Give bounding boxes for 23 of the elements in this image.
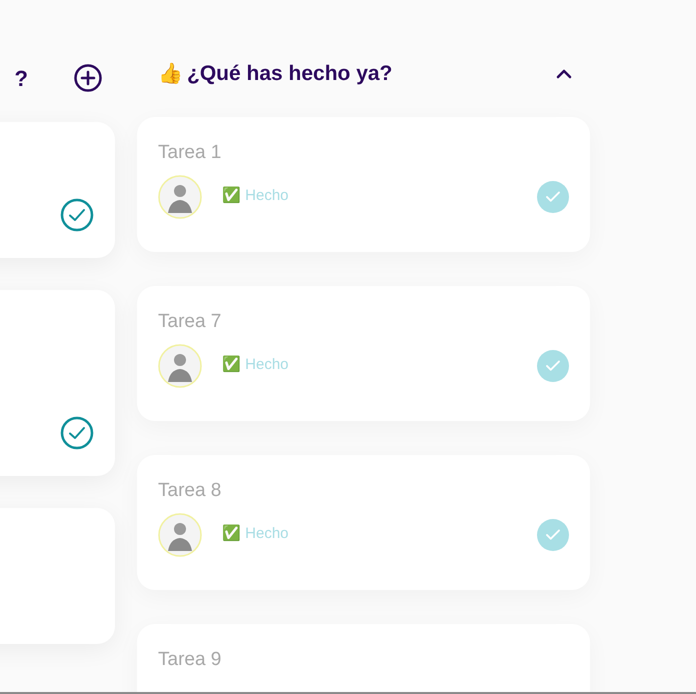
task-title: Tarea 7 (158, 310, 222, 334)
thumbs-up-icon: 👍 (158, 58, 183, 89)
task-title: Tarea 9 (158, 648, 222, 672)
task-card[interactable]: Tarea 8 ✅ Hecho (137, 454, 590, 590)
task-title: Tarea 8 (158, 478, 222, 502)
status-label: ✅ Hecho (222, 354, 289, 376)
done-check-icon[interactable] (537, 518, 569, 550)
task-card[interactable]: Tarea 9 (137, 624, 590, 692)
column-title: ? (14, 64, 28, 92)
avatar-icon (158, 174, 202, 218)
check-circle-icon[interactable] (60, 198, 94, 232)
task-card[interactable]: Tarea 7 ✅ Hecho (137, 286, 590, 420)
column-title: ¿Qué has hecho ya? (187, 61, 392, 87)
task-title: Tarea 1 (158, 140, 222, 164)
avatar-icon (158, 344, 202, 388)
done-check-icon[interactable] (537, 350, 569, 382)
done-check-icon[interactable] (537, 180, 569, 212)
avatar-icon (158, 512, 202, 556)
status-label: ✅ Hecho (222, 524, 289, 544)
task-card[interactable]: Tarea 1 ✅ Hecho (137, 116, 590, 252)
status-label: ✅ Hecho (222, 186, 289, 206)
add-circle-icon[interactable] (73, 63, 103, 93)
check-circle-icon[interactable] (60, 416, 94, 450)
